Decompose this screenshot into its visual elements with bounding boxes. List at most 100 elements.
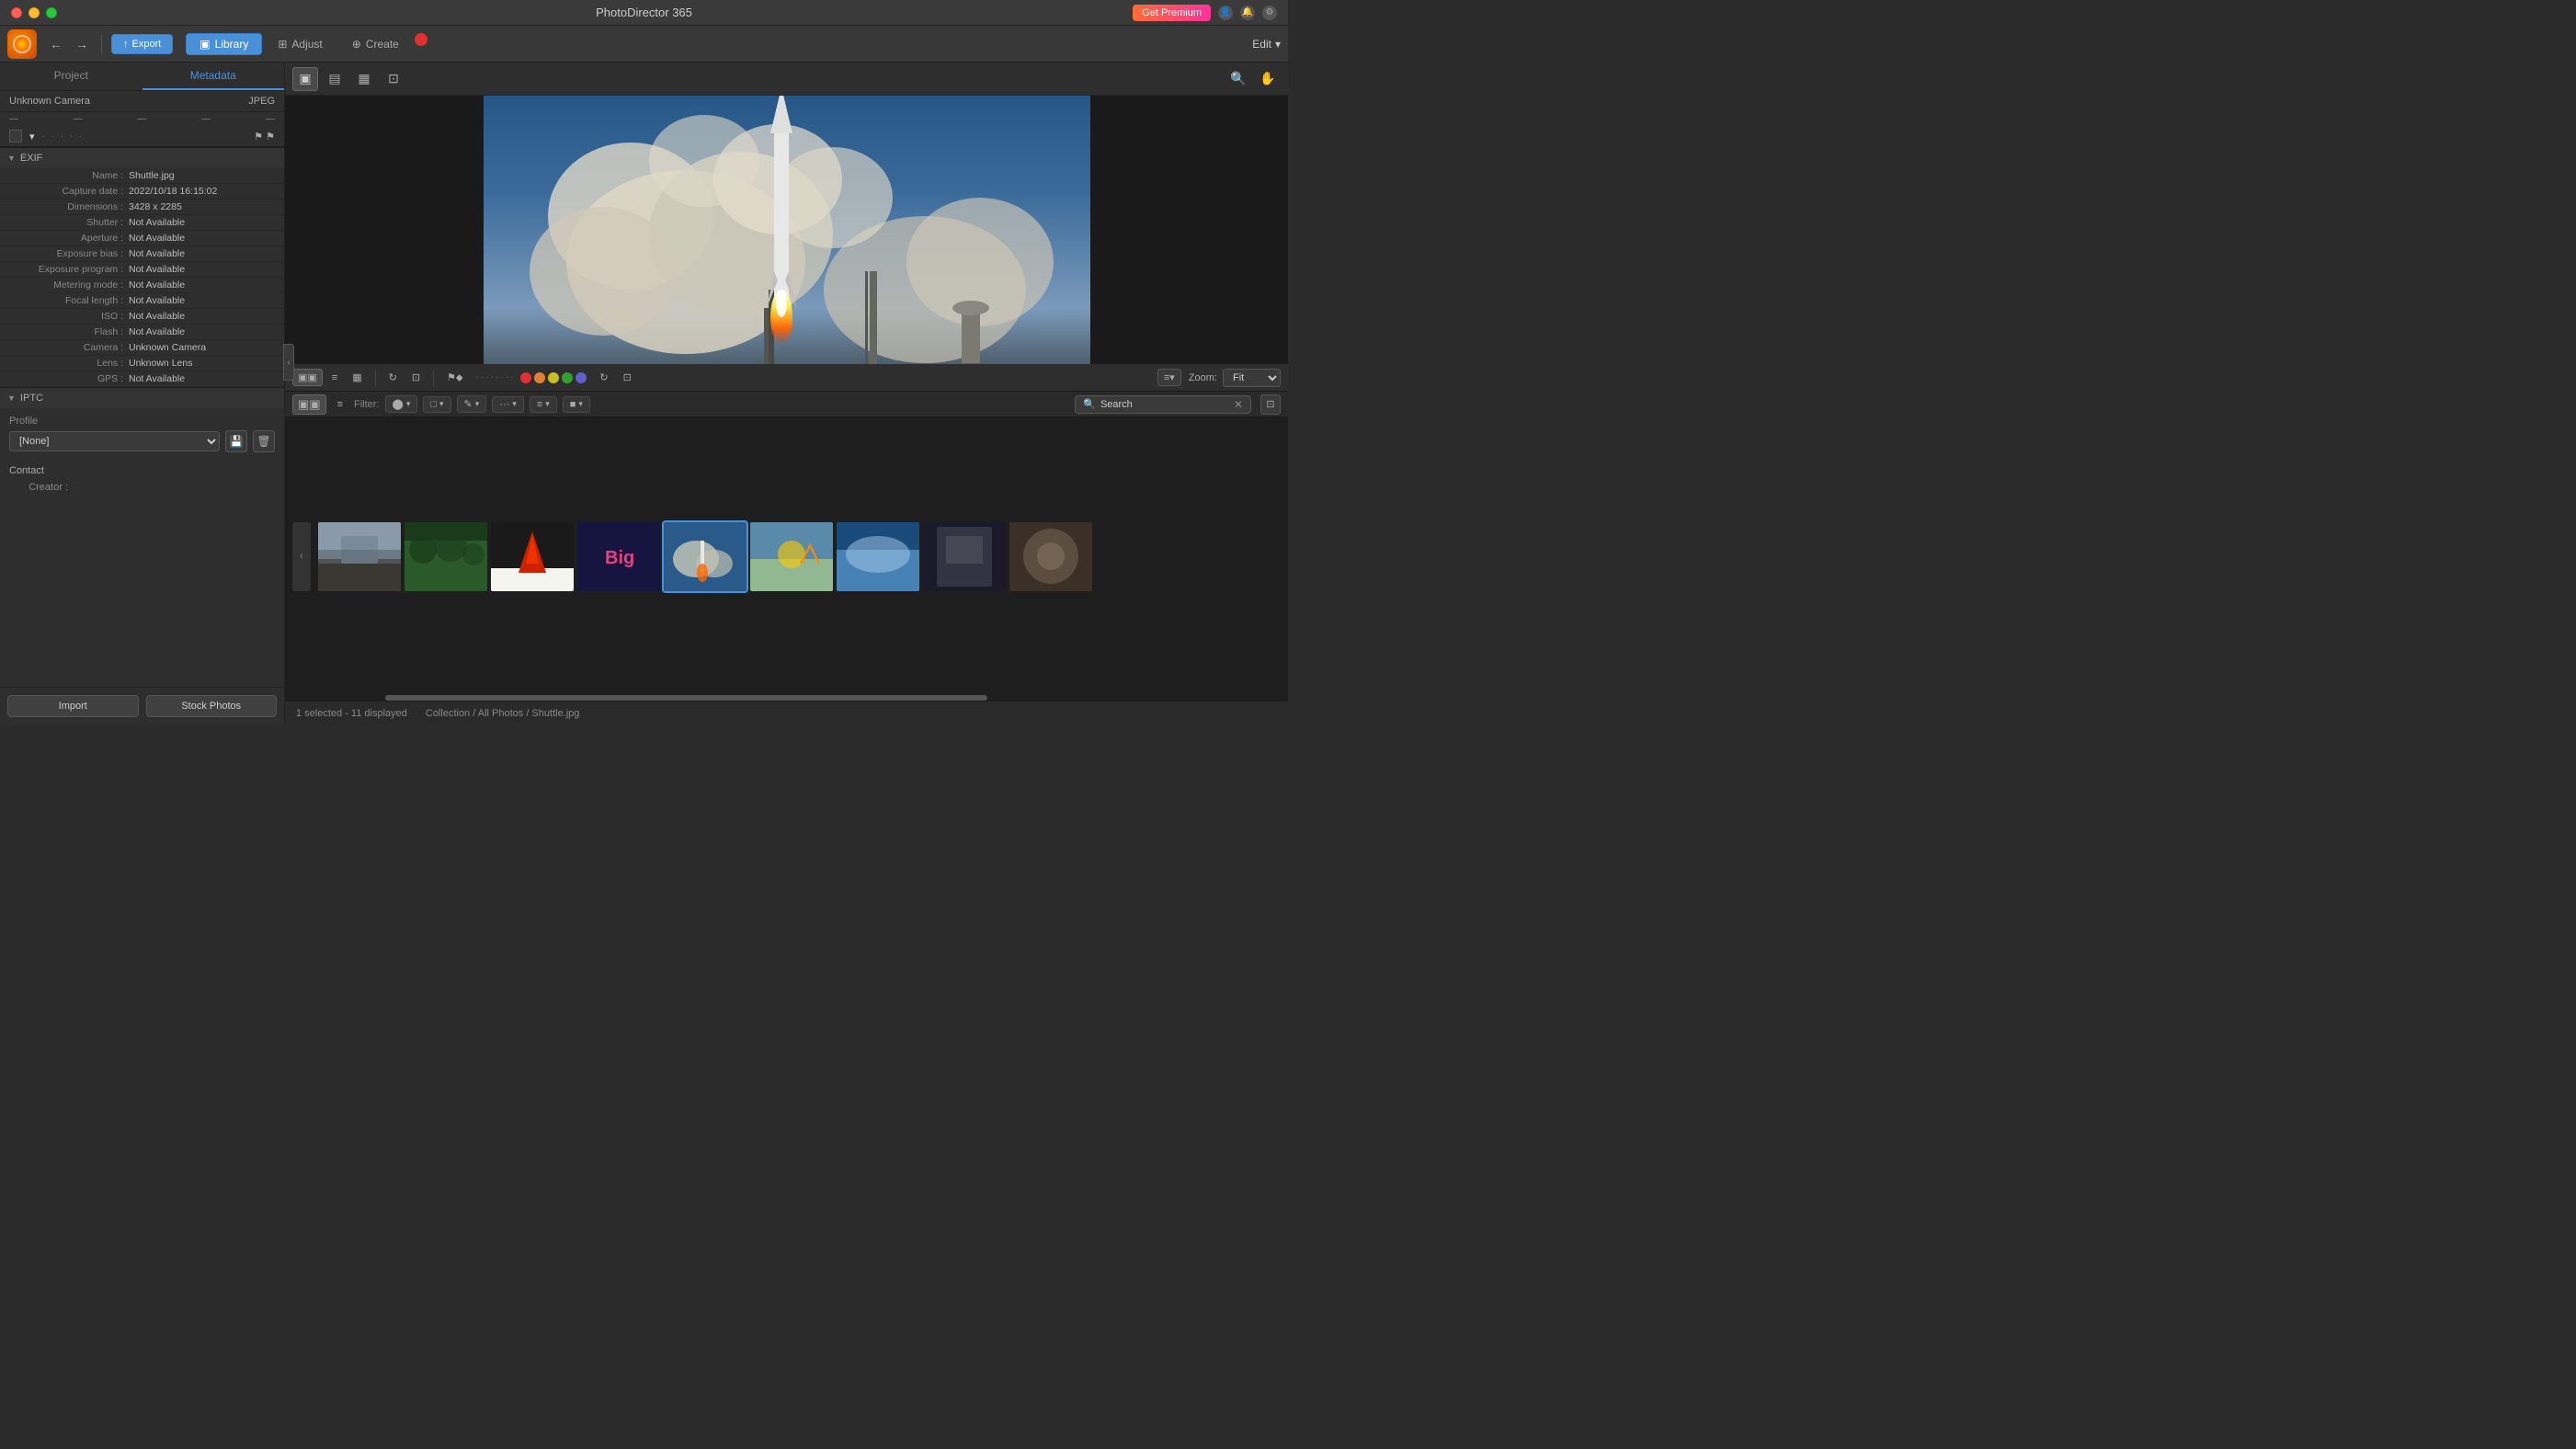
color-label-red[interactable] <box>520 372 531 383</box>
thumb-img-1 <box>318 522 401 591</box>
view-list-btn[interactable]: ≡ <box>332 396 348 413</box>
exif-row-camera: Camera : Unknown Camera <box>0 340 284 356</box>
exif-label-flash: Flash : <box>9 326 129 337</box>
view-compare-button[interactable]: ▤ <box>322 67 348 91</box>
search-input[interactable] <box>1100 399 1229 410</box>
view-single-button[interactable]: ▣ <box>292 67 318 91</box>
thumbnail-5[interactable] <box>664 522 747 591</box>
filter-more-icon: ··· <box>499 399 509 410</box>
filter-more-button[interactable]: ··· ▾ <box>492 396 524 413</box>
refresh-button[interactable]: ↻ <box>594 369 613 386</box>
thumbnail-1[interactable] <box>318 522 401 591</box>
dot7: · <box>506 372 508 382</box>
sort-button[interactable]: ≡▾ <box>1157 369 1181 386</box>
iptc-section-header[interactable]: ▼ IPTC <box>0 387 284 408</box>
tab-project[interactable]: Project <box>0 63 142 90</box>
close-button[interactable] <box>11 7 22 18</box>
separator-1 <box>375 370 376 386</box>
filter-edit-button[interactable]: ✎ ▾ <box>457 395 487 413</box>
search-expand-button[interactable]: ⊡ <box>1260 394 1281 415</box>
dash1: — <box>9 114 18 124</box>
settings-icon[interactable]: ⚙ <box>1262 6 1277 20</box>
redo-button[interactable]: → <box>72 35 92 53</box>
meta-checkbox[interactable] <box>9 130 22 143</box>
thumbnails-strip: ‹ <box>285 417 1288 695</box>
hand-tool-button[interactable]: ✋ <box>1255 67 1281 91</box>
undo-button[interactable]: ← <box>46 35 66 53</box>
scrollbar-thumb[interactable] <box>385 695 987 701</box>
edit-dropdown[interactable]: Edit ▾ <box>1252 38 1281 51</box>
status-bar: 1 selected - 11 displayed Collection / A… <box>285 701 1288 724</box>
app-title: PhotoDirector 365 <box>596 6 692 19</box>
strip-collapse-left[interactable]: ‹ <box>292 522 311 591</box>
strip-view-list[interactable]: ≡ <box>326 370 343 386</box>
minimize-button[interactable] <box>28 7 40 18</box>
stock-photos-button[interactable]: Stock Photos <box>146 695 278 717</box>
exif-label-gps: GPS : <box>9 373 129 384</box>
overlay-button[interactable]: ⊡ <box>618 369 637 386</box>
crop-button[interactable]: ⊡ <box>406 369 426 386</box>
filter-color-button[interactable]: ■ ▾ <box>563 396 590 413</box>
filter-lines-button[interactable]: ≡ ▾ <box>530 396 557 413</box>
dot4: · <box>491 372 494 382</box>
exif-row-aperture: Aperture : Not Available <box>0 231 284 246</box>
tab-metadata[interactable]: Metadata <box>142 63 285 90</box>
iptc-delete-button[interactable]: 🗑 <box>253 430 275 452</box>
color-label-green[interactable] <box>562 372 573 383</box>
thumbnail-9[interactable] <box>1009 522 1092 591</box>
maximize-button[interactable] <box>46 7 57 18</box>
left-panel: Project Metadata Unknown Camera JPEG — —… <box>0 63 285 724</box>
thumbnail-6[interactable] <box>750 522 833 591</box>
color-label-orange[interactable] <box>534 372 545 383</box>
rotate-button[interactable]: ↻ <box>383 369 403 386</box>
view-fullscreen-button[interactable]: ⊡ <box>381 67 406 91</box>
notifications-icon[interactable]: 🔔 <box>1240 6 1255 20</box>
get-premium-button[interactable]: Get Premium <box>1133 5 1211 21</box>
strip-view-filmstrip[interactable]: ▣▣ <box>292 369 323 386</box>
user-icon[interactable]: 👤 <box>1218 6 1233 20</box>
iptc-profile-select[interactable]: [None] <box>9 431 220 451</box>
exif-row-flash: Flash : Not Available <box>0 325 284 340</box>
color-label-blue[interactable] <box>576 372 587 383</box>
left-panel-tabs: Project Metadata <box>0 63 284 91</box>
search-icon: 🔍 <box>1083 398 1096 410</box>
exif-row-lens: Lens : Unknown Lens <box>0 356 284 371</box>
thumbnail-4[interactable]: Big <box>577 522 660 591</box>
import-button[interactable]: Import <box>7 695 139 717</box>
filter-all-button[interactable]: ⬤ ▾ <box>385 395 418 413</box>
meta-dash-row: — — — — — <box>0 112 284 126</box>
export-button[interactable]: ↑ Export <box>111 34 173 54</box>
thumbnail-7[interactable] <box>837 522 919 591</box>
selection-status: 1 selected - 11 displayed <box>296 708 407 719</box>
zoom-select[interactable]: Fit 25% 50% 100% <box>1223 369 1281 387</box>
color-label-yellow[interactable] <box>548 372 559 383</box>
panel-bottom-buttons: Import Stock Photos <box>0 687 284 724</box>
adjust-icon: ⊞ <box>278 38 287 51</box>
exif-row-metering: Metering mode : Not Available <box>0 278 284 293</box>
panel-collapse-button[interactable]: ‹ <box>283 344 294 381</box>
horizontal-scrollbar[interactable] <box>285 695 1288 701</box>
exif-row-name: Name : Shuttle.jpg <box>0 168 284 184</box>
flag-button[interactable]: ⚑⬥ <box>441 369 469 387</box>
strip-view-grid[interactable]: ▦ <box>347 369 367 386</box>
tab-create[interactable]: ⊕ Create <box>338 33 413 55</box>
thumbnail-2[interactable] <box>405 522 487 591</box>
dot2: · <box>481 372 484 382</box>
filter-shape-button[interactable]: □ ▾ <box>423 396 450 413</box>
tab-adjust[interactable]: ⊞ Adjust <box>264 33 336 55</box>
view-filmstrip-btn[interactable]: ▣▣ <box>292 394 326 415</box>
thumbnail-8[interactable] <box>923 522 1006 591</box>
content-area: Project Metadata Unknown Camera JPEG — —… <box>0 63 1288 724</box>
tab-library[interactable]: ▣ Library <box>186 33 262 55</box>
filter-label: Filter: <box>354 399 380 410</box>
iptc-save-button[interactable]: 💾 <box>225 430 247 452</box>
view-grid-button[interactable]: ▦ <box>351 67 377 91</box>
app-logo[interactable] <box>7 29 37 59</box>
create-label: Create <box>366 38 399 51</box>
search-clear-button[interactable]: ✕ <box>1234 398 1243 411</box>
main-photo <box>484 96 1090 364</box>
exif-section-header[interactable]: ▼ EXIF <box>0 147 284 168</box>
thumbnail-3[interactable] <box>491 522 574 591</box>
exif-row-iso: ISO : Not Available <box>0 309 284 325</box>
search-view-button[interactable]: 🔍 <box>1225 67 1251 91</box>
